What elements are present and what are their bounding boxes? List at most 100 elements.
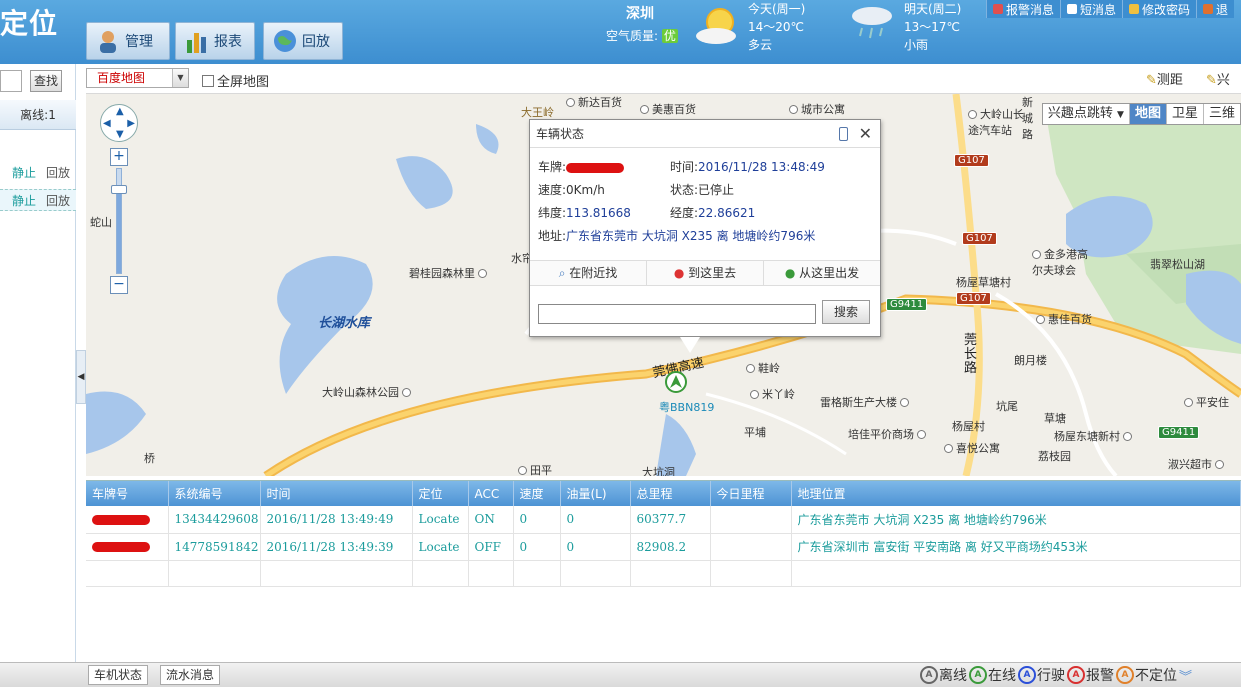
fullscreen-label: 全屏地图: [217, 75, 270, 90]
col-speed[interactable]: 速度: [513, 481, 561, 506]
change-password-link[interactable]: 修改密码: [1122, 0, 1196, 18]
map-label: 桥: [144, 452, 155, 465]
close-icon[interactable]: ✕: [859, 124, 872, 143]
measure-distance-tool[interactable]: ✎测距: [1146, 69, 1183, 88]
pin-red-icon: ●: [673, 266, 685, 280]
cell-time: 2016/11/28 13:49:49: [260, 506, 413, 534]
col-system-id[interactable]: 系统编号: [168, 481, 261, 506]
pan-up-icon[interactable]: ▲: [116, 106, 124, 117]
popup-search-input[interactable]: [538, 304, 816, 324]
park-icon: [402, 388, 411, 397]
vehicle-playback-link[interactable]: 回放: [46, 162, 70, 184]
collapse-panel-handle[interactable]: ◀: [76, 350, 86, 404]
cell-fuel: 0: [560, 506, 631, 534]
bar-chart-icon: [187, 33, 206, 53]
vehicle-marker-icon[interactable]: [665, 371, 687, 393]
map-type-select[interactable]: 百度地图 ▼: [86, 68, 189, 88]
expand-icon[interactable]: ︾: [1179, 665, 1192, 685]
vehicle-table: 车牌号 系统编号 时间 定位 ACC 速度 油量(L) 总里程 今日里程 地理位…: [86, 480, 1241, 662]
nav-report-label: 报表: [214, 34, 242, 50]
poi-icon: [478, 269, 487, 278]
person-icon: [100, 31, 116, 53]
map-label: 碧桂园森林里: [409, 265, 490, 281]
pan-left-icon[interactable]: ◀: [103, 118, 111, 129]
vehicle-playback-link[interactable]: 回放: [46, 190, 70, 212]
alarm-message-link[interactable]: 报警消息: [986, 0, 1060, 18]
vehicle-search-input[interactable]: [0, 70, 22, 92]
col-today-mileage[interactable]: 今日里程: [710, 481, 792, 506]
table-row[interactable]: 14778591842 2016/11/28 13:49:39 Locate O…: [86, 533, 1241, 561]
legend-offline: A 离线: [920, 665, 967, 685]
map-label: 鞋岭: [746, 360, 780, 376]
search-icon: ⌕: [558, 266, 566, 280]
map-label: 长湖水库: [318, 316, 371, 331]
zoom-in-button[interactable]: +: [110, 148, 128, 166]
app-title: 定位: [0, 7, 59, 40]
checkbox-box[interactable]: [202, 74, 214, 87]
poi-jump-select[interactable]: 兴趣点跳转 ▼: [1043, 104, 1129, 124]
route-from-button[interactable]: ● 从这里出发: [763, 261, 880, 285]
logout-link[interactable]: 退: [1196, 0, 1234, 18]
search-button[interactable]: 查找: [30, 70, 62, 92]
nav-manage-label: 管理: [125, 34, 153, 50]
col-fuel[interactable]: 油量(L): [560, 481, 631, 506]
zoom-slider-track[interactable]: [116, 168, 122, 274]
map-label: 培佳平价商场: [848, 426, 929, 442]
cell-location: 广东省东莞市 大坑洞 X235 离 地塘岭约796米: [791, 506, 1241, 534]
cell-acc: ON: [468, 506, 514, 534]
nav-report-button[interactable]: 报表: [175, 22, 255, 60]
col-location[interactable]: 地理位置: [791, 481, 1241, 506]
col-locate[interactable]: 定位: [412, 481, 469, 506]
fullscreen-checkbox[interactable]: 全屏地图: [202, 71, 269, 90]
zoom-slider-fill: [117, 187, 121, 273]
tab-flow-messages[interactable]: 流水消息: [160, 665, 221, 685]
col-total-mileage[interactable]: 总里程: [630, 481, 711, 506]
map-pan-control[interactable]: ▲ ◀ ▶ ▼: [100, 104, 138, 142]
pan-right-icon[interactable]: ▶: [127, 118, 135, 129]
zoom-slider-knob[interactable]: [111, 185, 127, 194]
poi-tool[interactable]: ✎兴: [1206, 69, 1230, 88]
phone-icon[interactable]: [839, 127, 848, 141]
map-label: 平埔: [744, 426, 766, 439]
legend-no-locate: A 不定位: [1116, 665, 1177, 685]
status-driving-icon: A: [1018, 666, 1036, 684]
col-plate[interactable]: 车牌号: [86, 481, 169, 506]
route-to-button[interactable]: ● 到这里去: [646, 261, 763, 285]
map-canvas[interactable]: 大王岭 新达百货 美惠百货 城市公寓 大岭山长途汽车站 新城路 碧桂园森林里 水…: [86, 94, 1241, 476]
map-label: 新达百货: [566, 94, 622, 110]
popup-state: 状态:已停止: [670, 183, 735, 197]
offline-tab[interactable]: 离线:1: [0, 100, 76, 130]
weather-tomorrow-desc: 小雨: [904, 38, 929, 52]
road-shield: G107: [954, 154, 989, 167]
nav-manage-button[interactable]: 管理: [86, 22, 170, 60]
table-row[interactable]: 13434429608 2016/11/28 13:49:49 Locate O…: [86, 506, 1241, 534]
vehicle-row[interactable]: 静止 回放: [0, 189, 76, 211]
tab-device-status[interactable]: 车机状态: [88, 665, 149, 685]
short-message-link[interactable]: 短消息: [1060, 0, 1122, 18]
popup-actions: ⌕ 在附近找 ● 到这里去 ● 从这里出发: [530, 260, 880, 286]
map-label: 朗月楼: [1014, 354, 1047, 367]
layer-3d-button[interactable]: 三维: [1202, 104, 1240, 124]
layer-satellite-button[interactable]: 卫星: [1165, 104, 1203, 124]
layer-map-button[interactable]: 地图: [1128, 104, 1166, 124]
cell-locate: Locate: [412, 506, 469, 534]
map-label: 坑尾: [996, 400, 1018, 413]
col-acc[interactable]: ACC: [468, 481, 514, 506]
nav-playback-button[interactable]: 回放: [263, 22, 343, 60]
map-label: 城市公寓: [789, 101, 845, 117]
weather-today: 今天(周一) 14～20℃ 多云: [748, 0, 805, 54]
nearby-search-button[interactable]: ⌕ 在附近找: [530, 261, 646, 285]
weather-tomorrow: 明天(周二) 13～17℃ 小雨: [904, 0, 961, 54]
cell-today-mileage: [710, 533, 792, 561]
zoom-out-button[interactable]: −: [110, 276, 128, 294]
popup-search-button[interactable]: 搜索: [822, 300, 870, 324]
weather-tomorrow-temp: 13～17℃: [904, 20, 961, 34]
map-type-value: 百度地图: [97, 71, 146, 85]
pan-down-icon[interactable]: ▼: [116, 129, 124, 140]
header: 定位 管理 报表 回放 深圳 空气质量: 优 今天(周一) 14～20℃ 多云 …: [0, 0, 1241, 64]
status-online-icon: A: [969, 666, 987, 684]
cell-today-mileage: [710, 506, 792, 534]
vehicle-row[interactable]: 静止 回放: [0, 162, 76, 184]
col-time[interactable]: 时间: [260, 481, 413, 506]
zoom-control[interactable]: + −: [110, 148, 128, 294]
